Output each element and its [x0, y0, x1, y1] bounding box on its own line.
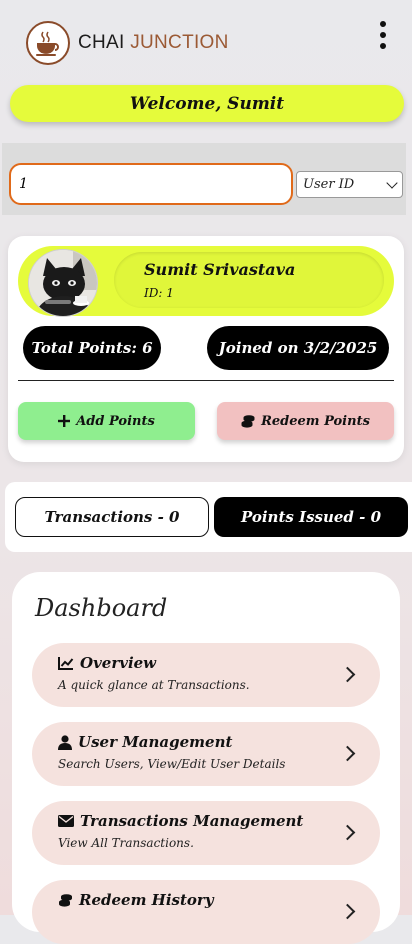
chevron-right-icon [339, 666, 356, 683]
search-bar: User ID [2, 143, 406, 215]
coins-icon [58, 893, 73, 907]
dashboard-item-transactions-management[interactable]: Transactions Management View All Transac… [32, 801, 380, 865]
divider [18, 380, 394, 381]
overview-subtitle: A quick glance at Transactions. [58, 678, 250, 692]
total-points-badge: Total Points: 6 [23, 326, 161, 370]
envelope-icon [58, 815, 74, 827]
user-management-title-row: User Management [58, 733, 232, 751]
chart-line-icon [58, 656, 74, 670]
brand-part2: JUNCTION [130, 32, 229, 53]
transactions-management-title-row: Transactions Management [58, 812, 303, 830]
search-type-select[interactable]: User ID [296, 171, 403, 198]
dashboard-item-redeem-history[interactable]: Redeem History [32, 880, 380, 944]
user-icon [58, 734, 72, 750]
dashboard-title: Dashboard [35, 594, 168, 622]
tea-cup-icon[interactable] [26, 21, 70, 65]
overview-label: Overview [80, 654, 157, 672]
dashboard-item-overview[interactable]: Overview A quick glance at Transactions. [32, 643, 380, 707]
user-management-subtitle: Search Users, View/Edit User Details [58, 757, 286, 771]
coins-icon [241, 414, 255, 428]
joined-date-badge: Joined on 3/2/2025 [207, 326, 389, 370]
chevron-right-icon [339, 824, 356, 841]
redeem-points-button[interactable]: Redeem Points [217, 402, 394, 440]
stats-bar: Transactions - 0 Points Issued - 0 [5, 482, 412, 552]
dashboard-panel: Dashboard Overview A quick glance at Tra… [12, 572, 400, 944]
profile-pill: Sumit Srivastava ID: 1 [18, 246, 394, 317]
overview-title-row: Overview [58, 654, 156, 672]
avatar [28, 249, 98, 317]
user-id: ID: 1 [144, 286, 174, 300]
add-points-label: Add Points [76, 413, 155, 429]
name-pill: Sumit Srivastava ID: 1 [114, 252, 384, 308]
app-header: CHAI JUNCTION [0, 0, 412, 80]
add-points-button[interactable]: Add Points [18, 402, 195, 440]
transactions-count-button[interactable]: Transactions - 0 [15, 497, 209, 537]
chevron-right-icon [339, 745, 356, 762]
kebab-menu-icon[interactable] [376, 21, 390, 49]
chevron-right-icon [339, 903, 356, 920]
redeem-history-title-row: Redeem History [58, 891, 214, 909]
dashboard-item-user-management[interactable]: User Management Search Users, View/Edit … [32, 722, 380, 786]
welcome-banner: Welcome, Sumit [10, 85, 404, 122]
chevron-down-icon [386, 176, 398, 189]
transactions-management-label: Transactions Management [80, 812, 304, 830]
brand-name: CHAI JUNCTION [78, 32, 229, 54]
search-type-value: User ID [303, 177, 355, 192]
redeem-points-label: Redeem Points [261, 413, 370, 429]
user-name: Sumit Srivastava [144, 260, 296, 279]
points-issued-button[interactable]: Points Issued - 0 [214, 497, 408, 537]
transactions-management-subtitle: View All Transactions. [58, 836, 194, 850]
user-card: Sumit Srivastava ID: 1 Total Points: 6 J… [8, 236, 404, 462]
search-input[interactable] [9, 163, 293, 205]
brand-part1: CHAI [78, 32, 125, 53]
redeem-history-label: Redeem History [79, 891, 214, 909]
user-management-label: User Management [78, 733, 233, 751]
plus-icon [58, 415, 71, 427]
